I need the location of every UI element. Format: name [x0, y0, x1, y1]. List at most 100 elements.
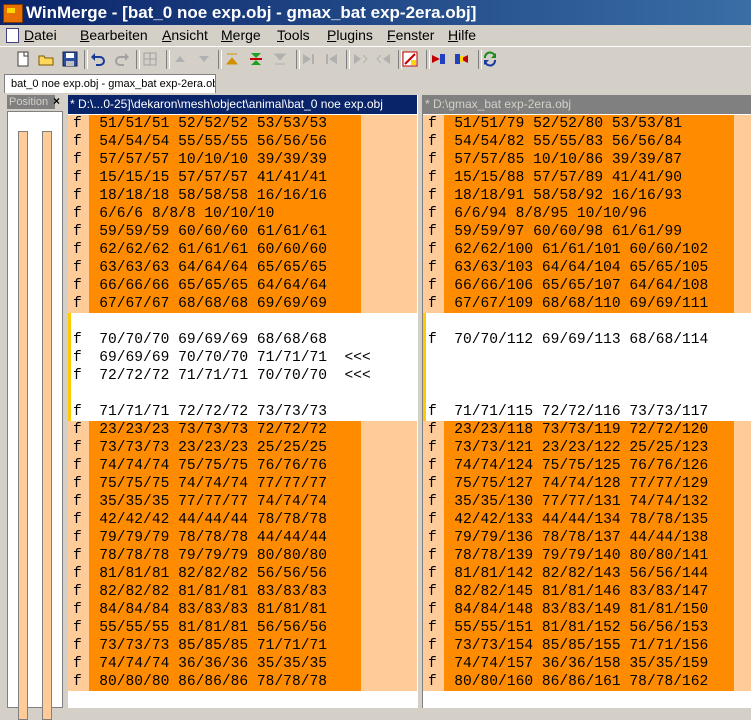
- menu-fenster[interactable]: Fenster: [387, 27, 434, 43]
- current-diff-icon[interactable]: [248, 51, 264, 67]
- left-to-right-icon[interactable]: [430, 51, 446, 67]
- location-view[interactable]: [7, 111, 63, 720]
- diff-line[interactable]: f 51/51/51 52/52/52 53/53/53: [68, 115, 417, 133]
- diff-line[interactable]: f 73/73/73 85/85/85 71/71/71: [68, 637, 417, 655]
- diff-line[interactable]: f 80/80/160 86/86/161 78/78/162: [423, 673, 751, 691]
- diff-line[interactable]: [423, 367, 751, 385]
- diff-line[interactable]: f 18/18/18 58/58/58 16/16/16: [68, 187, 417, 205]
- menu-hilfe[interactable]: Hilfe: [448, 27, 476, 43]
- diff-line[interactable]: f 54/54/54 55/55/55 56/56/56: [68, 133, 417, 151]
- diff-line[interactable]: f 62/62/100 61/61/101 60/60/102: [423, 241, 751, 259]
- diff-line[interactable]: f 23/23/118 73/73/119 72/72/120: [423, 421, 751, 439]
- title-bar[interactable]: WinMerge - [bat_0 noe exp.obj - gmax_bat…: [0, 0, 751, 25]
- refresh-icon[interactable]: [482, 51, 498, 67]
- diff-line[interactable]: f 81/81/81 82/82/82 56/56/56: [68, 565, 417, 583]
- diff-line[interactable]: f 71/71/115 72/72/116 73/73/117: [423, 403, 751, 421]
- diff-line[interactable]: f 79/79/79 78/78/78 44/44/44: [68, 529, 417, 547]
- diff-line[interactable]: f 81/81/142 82/82/143 56/56/144: [423, 565, 751, 583]
- diff-line[interactable]: f 74/74/124 75/75/125 76/76/126: [423, 457, 751, 475]
- diff-line[interactable]: f 79/79/136 78/78/137 44/44/138: [423, 529, 751, 547]
- diff-line[interactable]: f 70/70/70 69/69/69 68/68/68: [68, 331, 417, 349]
- undo-icon[interactable]: [90, 51, 106, 67]
- options-icon[interactable]: [142, 51, 158, 67]
- diff-line[interactable]: f 78/78/139 79/79/140 80/80/141: [423, 547, 751, 565]
- prev-diff-icon[interactable]: [172, 51, 188, 67]
- diff-line[interactable]: f 59/59/97 60/60/98 61/61/99: [423, 223, 751, 241]
- diff-line[interactable]: f 15/15/88 57/57/89 41/41/90: [423, 169, 751, 187]
- menu-ansicht[interactable]: Ansicht: [162, 27, 208, 43]
- diff-line[interactable]: f 54/54/82 55/55/83 56/56/84: [423, 133, 751, 151]
- menu-merge[interactable]: Merge: [221, 27, 261, 43]
- diff-line[interactable]: f 67/67/109 68/68/110 69/69/111: [423, 295, 751, 313]
- menu-bearbeiten[interactable]: Bearbeiten: [80, 27, 148, 43]
- compare-icon[interactable]: [402, 51, 418, 67]
- open-icon[interactable]: [38, 51, 54, 67]
- diff-line[interactable]: f 69/69/69 70/70/70 71/71/71 <<<: [68, 349, 417, 367]
- diff-line[interactable]: f 82/82/145 81/81/146 83/83/147: [423, 583, 751, 601]
- diff-line[interactable]: f 63/63/63 64/64/64 65/65/65: [68, 259, 417, 277]
- save-icon[interactable]: [62, 51, 78, 67]
- diff-line[interactable]: f 18/18/91 58/58/92 16/16/93: [423, 187, 751, 205]
- last-diff-icon[interactable]: [272, 51, 288, 67]
- diff-line[interactable]: f 42/42/42 44/44/44 78/78/78: [68, 511, 417, 529]
- diff-line[interactable]: f 84/84/84 83/83/83 81/81/81: [68, 601, 417, 619]
- diff-line[interactable]: f 73/73/73 23/23/23 25/25/25: [68, 439, 417, 457]
- right-file-pane[interactable]: * D:\gmax_bat exp-2era.obj f 51/51/79 52…: [423, 95, 751, 708]
- diff-line[interactable]: [68, 385, 417, 403]
- left-file-pane[interactable]: * D:\...0-25]\dekaron\mesh\object\animal…: [68, 95, 417, 708]
- location-pane-close-icon[interactable]: ×: [53, 94, 60, 108]
- menu-datei[interactable]: Datei: [24, 27, 57, 43]
- diff-line[interactable]: f 78/78/78 79/79/79 80/80/80: [68, 547, 417, 565]
- diff-line[interactable]: f 51/51/79 52/52/80 53/53/81: [423, 115, 751, 133]
- diff-line[interactable]: f 57/57/85 10/10/86 39/39/87: [423, 151, 751, 169]
- diff-line[interactable]: f 66/66/106 65/65/107 64/64/108: [423, 277, 751, 295]
- diff-line[interactable]: [423, 313, 751, 331]
- diff-line[interactable]: f 74/74/74 75/75/75 76/76/76: [68, 457, 417, 475]
- copy-left-icon[interactable]: [324, 51, 340, 67]
- new-icon[interactable]: [15, 51, 31, 67]
- diff-line[interactable]: f 62/62/62 61/61/61 60/60/60: [68, 241, 417, 259]
- diff-line[interactable]: f 74/74/74 36/36/36 35/35/35: [68, 655, 417, 673]
- diff-line[interactable]: f 57/57/57 10/10/10 39/39/39: [68, 151, 417, 169]
- diff-line[interactable]: f 74/74/157 36/36/158 35/35/159: [423, 655, 751, 673]
- diff-line[interactable]: f 55/55/151 81/81/152 56/56/153: [423, 619, 751, 637]
- diff-line[interactable]: f 59/59/59 60/60/60 61/61/61: [68, 223, 417, 241]
- diff-line[interactable]: f 35/35/35 77/77/77 74/74/74: [68, 493, 417, 511]
- winmerge-app-icon[interactable]: [3, 4, 23, 23]
- tab-compare[interactable]: bat_0 noe exp.obj - gmax_bat exp-2era.ob…: [4, 74, 216, 93]
- diff-line[interactable]: [423, 349, 751, 367]
- diff-line[interactable]: f 67/67/67 68/68/68 69/69/69: [68, 295, 417, 313]
- diff-line[interactable]: f 75/75/75 74/74/74 77/77/77: [68, 475, 417, 493]
- diff-line[interactable]: f 63/63/103 64/64/104 65/65/105: [423, 259, 751, 277]
- next-diff-icon[interactable]: [196, 51, 212, 67]
- diff-line[interactable]: [68, 313, 417, 331]
- diff-line[interactable]: f 82/82/82 81/81/81 83/83/83: [68, 583, 417, 601]
- menu-plugins[interactable]: Plugins: [327, 27, 373, 43]
- diff-line[interactable]: f 70/70/112 69/69/113 68/68/114: [423, 331, 751, 349]
- diff-line[interactable]: f 35/35/130 77/77/131 74/74/132: [423, 493, 751, 511]
- copy-right-advance-icon[interactable]: [352, 51, 368, 67]
- diff-line[interactable]: f 71/71/71 72/72/72 73/73/73: [68, 403, 417, 421]
- diff-line[interactable]: f 6/6/6 8/8/8 10/10/10: [68, 205, 417, 223]
- diff-line[interactable]: f 73/73/121 23/23/122 25/25/123: [423, 439, 751, 457]
- redo-icon[interactable]: [114, 51, 130, 67]
- diff-line[interactable]: f 55/55/55 81/81/81 56/56/56: [68, 619, 417, 637]
- diff-line[interactable]: f 72/72/72 71/71/71 70/70/70 <<<: [68, 367, 417, 385]
- document-icon[interactable]: [6, 28, 19, 43]
- diff-line[interactable]: f 75/75/127 74/74/128 77/77/129: [423, 475, 751, 493]
- copy-right-icon[interactable]: [300, 51, 316, 67]
- diff-line[interactable]: f 42/42/133 44/44/134 78/78/135: [423, 511, 751, 529]
- copy-left-advance-icon[interactable]: [376, 51, 392, 67]
- line-text: f 70/70/70 69/69/69 68/68/68: [73, 332, 327, 348]
- diff-line[interactable]: f 84/84/148 83/83/149 81/81/150: [423, 601, 751, 619]
- diff-line[interactable]: [423, 385, 751, 403]
- menu-tools[interactable]: Tools: [277, 27, 310, 43]
- first-diff-icon[interactable]: [224, 51, 240, 67]
- diff-line[interactable]: f 80/80/80 86/86/86 78/78/78: [68, 673, 417, 691]
- right-to-left-icon[interactable]: [454, 51, 470, 67]
- diff-line[interactable]: f 15/15/15 57/57/57 41/41/41: [68, 169, 417, 187]
- diff-line[interactable]: f 23/23/23 73/73/73 72/72/72: [68, 421, 417, 439]
- diff-line[interactable]: f 6/6/94 8/8/95 10/10/96: [423, 205, 751, 223]
- diff-line[interactable]: f 73/73/154 85/85/155 71/71/156: [423, 637, 751, 655]
- diff-line[interactable]: f 66/66/66 65/65/65 64/64/64: [68, 277, 417, 295]
